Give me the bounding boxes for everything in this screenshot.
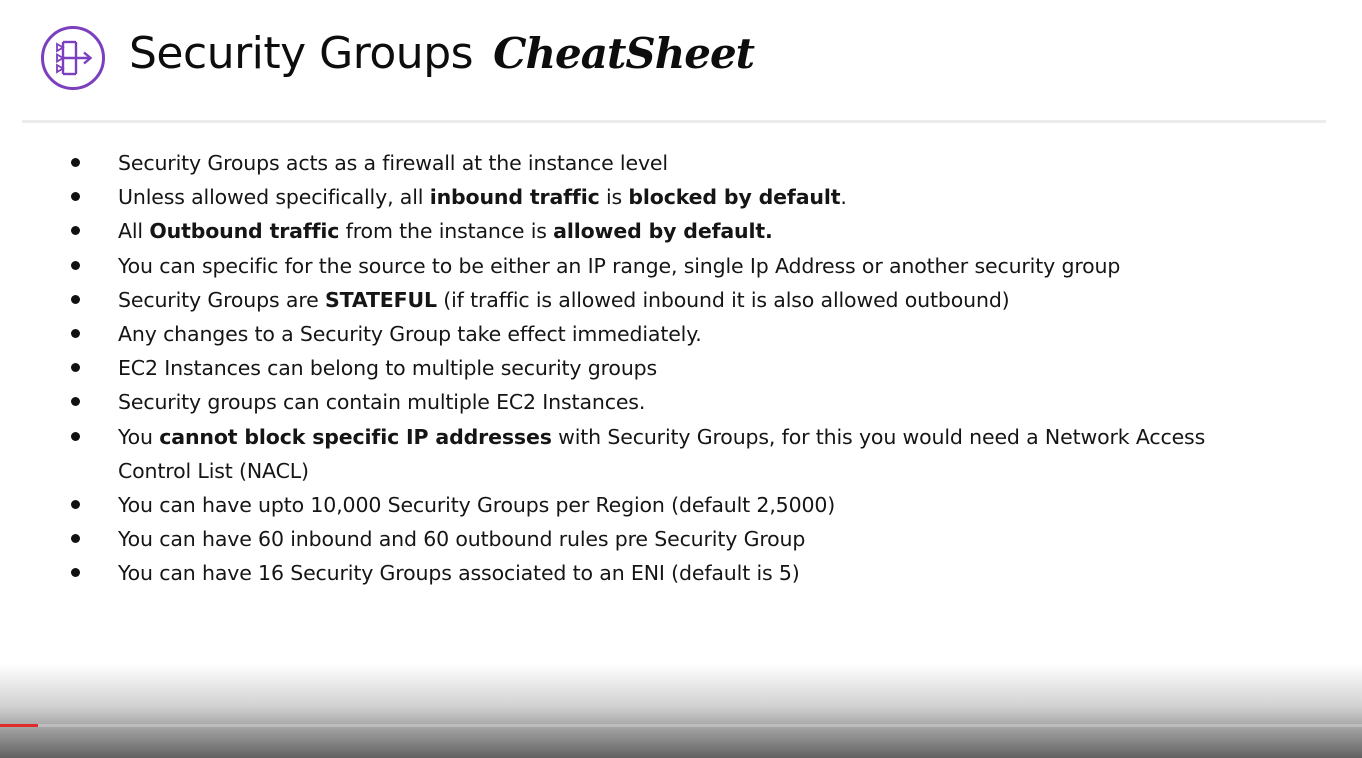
bullet-item: EC2 Instances can belong to multiple sec… [68, 351, 1268, 385]
bullet-item: You can specific for the source to be ei… [68, 249, 1268, 283]
bullet-text: from the instance is [339, 219, 554, 244]
bullet-text: is [599, 185, 629, 210]
bullet-dot-icon [71, 294, 80, 304]
video-progress-bar[interactable] [0, 724, 1362, 727]
bullet-dot-icon [71, 500, 80, 510]
bullet-emphasis: blocked by default [628, 185, 841, 210]
bullet-text: Unless allowed specifically, all [118, 185, 430, 210]
bullet-dot-icon [71, 431, 80, 441]
bullet-item: You can have 60 inbound and 60 outbound … [68, 522, 1268, 556]
bullet-item: Security Groups are STATEFUL (if traffic… [68, 283, 1268, 317]
bullet-text: . [840, 185, 847, 210]
bullet-item: You cannot block specific IP addresses w… [68, 420, 1268, 488]
bullet-emphasis: inbound traffic [429, 185, 600, 210]
bullet-dot-icon [71, 397, 80, 407]
bullet-text: Security Groups are [118, 287, 325, 312]
bullet-text: You [118, 424, 160, 449]
video-controls-shade [0, 664, 1362, 758]
bullet-text: You can have upto 10,000 Security Groups… [118, 493, 836, 518]
page-title: Security Groups CheatSheet [129, 28, 755, 92]
video-progress-fill [0, 724, 39, 727]
bullet-text: You can have 16 Security Groups associat… [118, 561, 800, 586]
bullet-item: Security Groups acts as a firewall at th… [68, 146, 1268, 180]
bullet-item: Unless allowed specifically, all inbound… [68, 180, 1268, 214]
bullet-text: (if traffic is allowed inbound it is als… [436, 287, 1010, 312]
bullet-item: Any changes to a Security Group take eff… [68, 317, 1268, 351]
bullet-emphasis: cannot block specific IP addresses [159, 424, 552, 449]
bullet-dot-icon [71, 329, 80, 339]
bullet-text: You can specific for the source to be ei… [118, 253, 1121, 278]
title-text: Security Groups [129, 28, 474, 79]
bullet-dot-icon [71, 534, 80, 544]
bullet-text: Any changes to a Security Group take eff… [118, 322, 702, 347]
bullet-item: You can have upto 10,000 Security Groups… [68, 488, 1268, 522]
bullet-dot-icon [71, 260, 80, 270]
header-divider [22, 120, 1326, 123]
bullet-dot-icon [71, 158, 80, 167]
bullet-item: You can have 16 Security Groups associat… [68, 556, 1268, 590]
bullet-text: Security Groups acts as a firewall at th… [118, 151, 668, 175]
bullet-list: Security Groups acts as a firewall at th… [68, 146, 1268, 591]
bullet-dot-icon [71, 226, 80, 236]
bullet-text: You can have 60 inbound and 60 outbound … [118, 527, 806, 552]
bullet-emphasis: Outbound traffic [149, 219, 340, 244]
bullet-item: All Outbound traffic from the instance i… [68, 214, 1268, 248]
title-script-text: CheatSheet [493, 29, 755, 78]
bullet-emphasis: allowed by default. [553, 219, 773, 244]
bullet-text: All [118, 219, 150, 244]
slide: Security Groups CheatSheet Security Grou… [0, 0, 1362, 758]
bullet-item: Security groups can contain multiple EC2… [68, 385, 1268, 419]
bullet-dot-icon [71, 568, 80, 578]
bullet-text: Security groups can contain multiple EC2… [118, 390, 646, 415]
slide-header: Security Groups CheatSheet [0, 0, 1362, 120]
bullet-text: EC2 Instances can belong to multiple sec… [118, 356, 658, 381]
security-group-icon [41, 26, 105, 90]
bullet-emphasis: STATEFUL [324, 287, 437, 312]
bullet-dot-icon [71, 363, 80, 373]
bullet-dot-icon [71, 192, 80, 202]
